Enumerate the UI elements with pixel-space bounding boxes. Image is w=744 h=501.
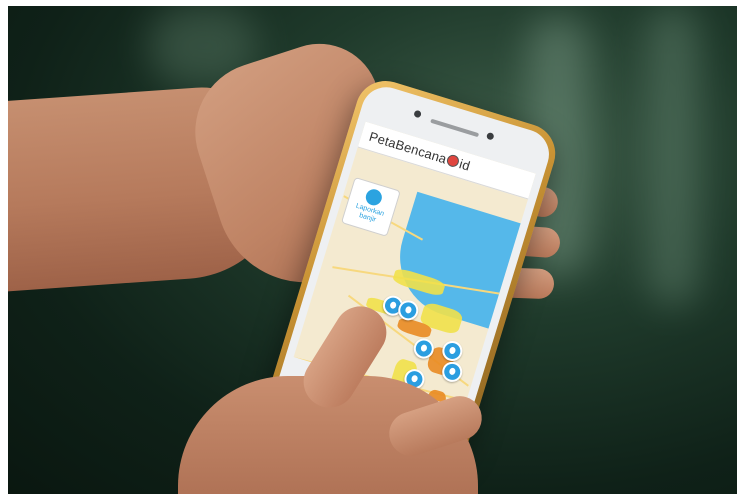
- water-reflection: [648, 6, 698, 306]
- photo-frame: Laporkan banjir PetaBencana id: [8, 6, 737, 494]
- sensor: [485, 131, 495, 141]
- speaker-grille: [430, 118, 480, 138]
- front-camera: [413, 109, 422, 119]
- report-flood-label: Laporkan banjir: [354, 202, 385, 224]
- app-title-suffix: id: [457, 156, 473, 174]
- report-flood-button[interactable]: Laporkan banjir: [340, 176, 401, 237]
- flood-drop-icon: [363, 187, 384, 208]
- photo: Laporkan banjir PetaBencana id: [0, 0, 744, 501]
